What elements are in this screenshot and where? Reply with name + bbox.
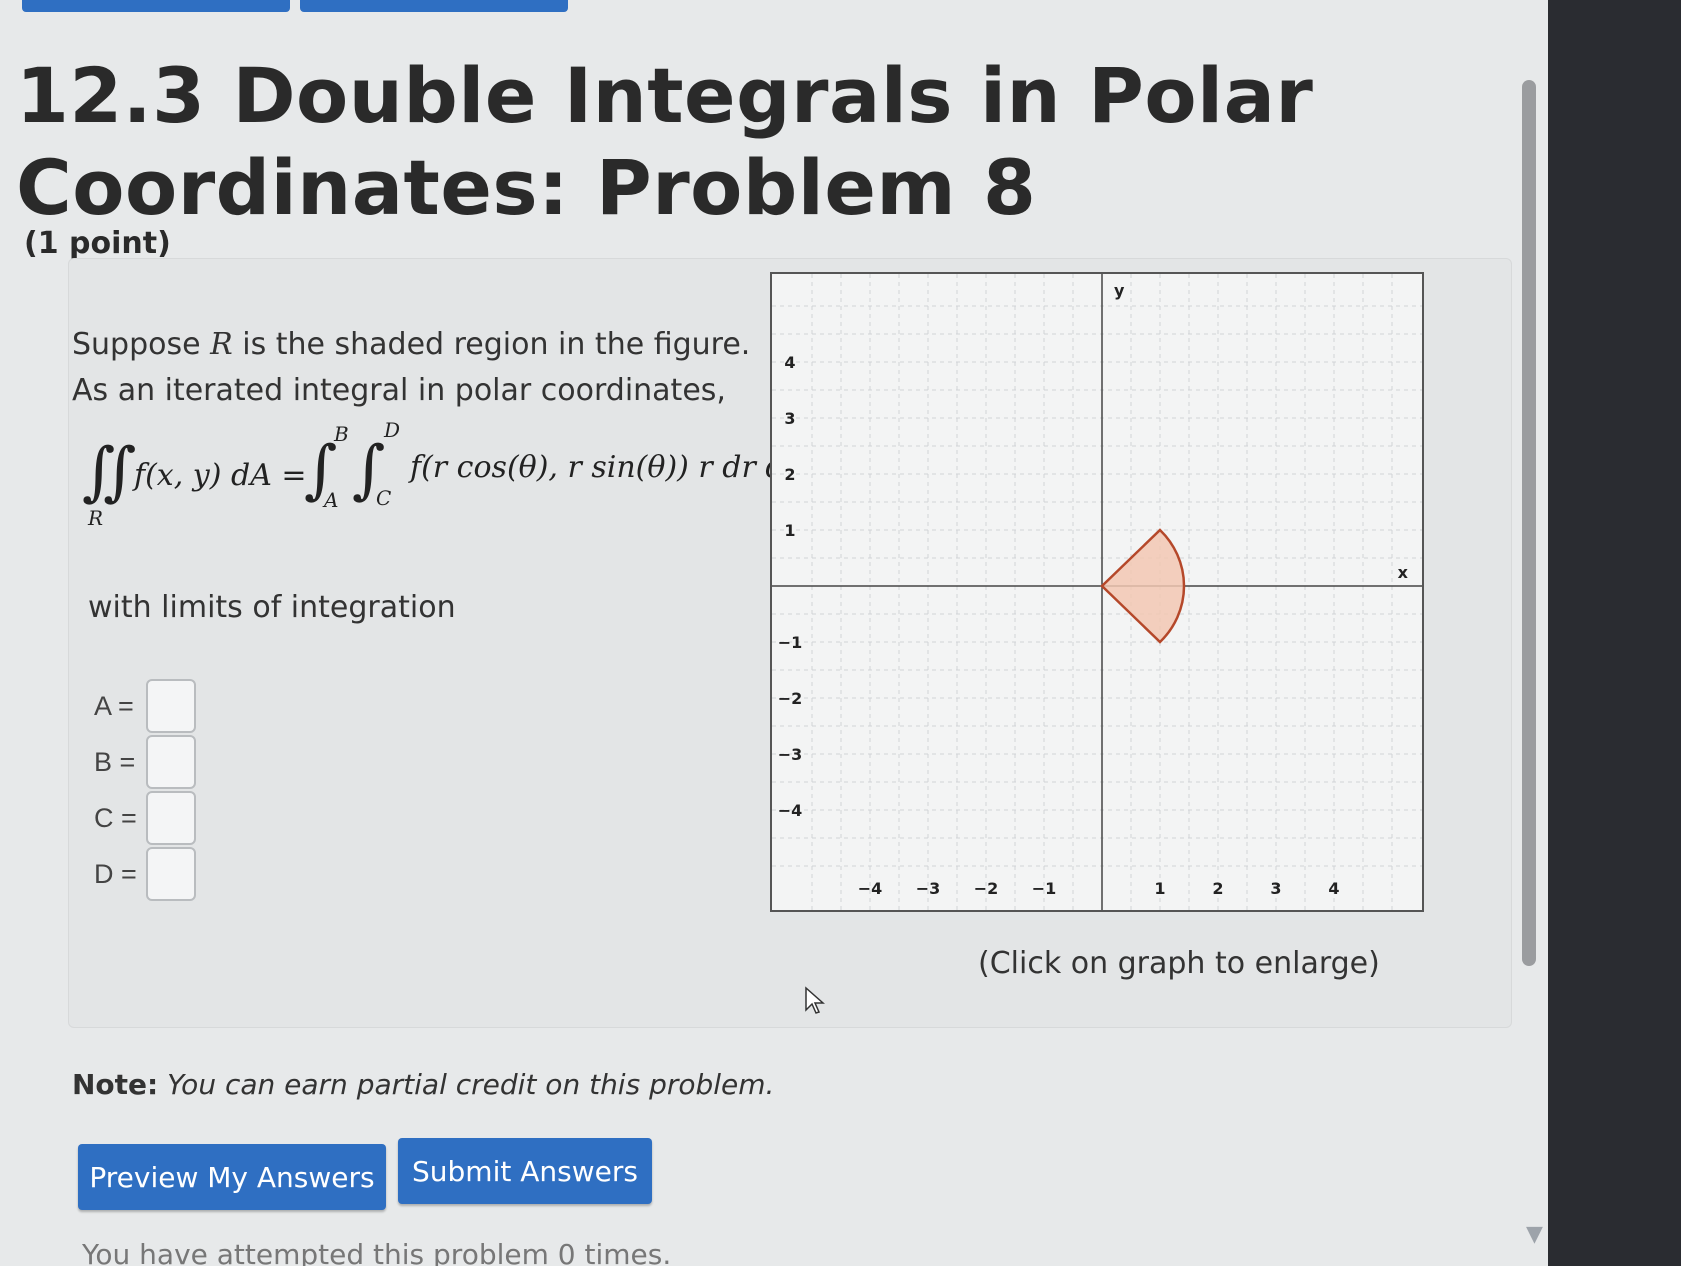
answer-label-d: D =	[94, 858, 137, 889]
problem-page: 12.3 Double Integrals in Polar Coordinat…	[0, 0, 1548, 1266]
scrollbar-thumb[interactable]	[1522, 80, 1536, 966]
attempts-text: You have attempted this problem 0 times.	[82, 1238, 672, 1266]
statement-var: R	[210, 327, 233, 362]
nav-tab[interactable]	[22, 0, 290, 12]
note-text: You can earn partial credit on this prob…	[167, 1068, 775, 1101]
outer-upper-limit: B	[334, 422, 349, 446]
x-tick-label: −1	[1032, 879, 1057, 898]
y-tick-label: −2	[778, 689, 803, 708]
points-label: (1 point)	[24, 226, 171, 261]
x-tick-label: 1	[1154, 879, 1165, 898]
y-tick-label: 4	[784, 353, 795, 372]
integrand: f(r cos(θ), r sin(θ)) r dr dθ	[410, 450, 803, 485]
inner-lower-limit: C	[376, 486, 392, 510]
double-integral-sign: ∬	[82, 435, 137, 509]
answer-input-a[interactable]	[146, 679, 196, 733]
answer-row-b: B =	[94, 735, 196, 789]
y-tick-label: 1	[784, 521, 795, 540]
region-subscript: R	[88, 506, 104, 530]
x-tick-label: 3	[1270, 879, 1281, 898]
answer-row-c: C =	[94, 791, 196, 845]
x-tick-label: 4	[1328, 879, 1339, 898]
y-tick-label: −4	[778, 801, 803, 820]
graph-caption: (Click on graph to enlarge)	[978, 946, 1380, 981]
inner-upper-limit: D	[384, 418, 401, 442]
x-tick-label: −4	[858, 879, 883, 898]
shaded-region	[1100, 528, 1186, 644]
y-axis-label: y	[1114, 281, 1125, 300]
problem-statement: Suppose R is the shaded region in the fi…	[72, 322, 772, 414]
answer-label-a: A =	[94, 690, 134, 721]
y-tick-label: 3	[784, 409, 795, 428]
answer-label-b: B =	[94, 746, 136, 777]
scroll-down-arrow-icon[interactable]: ▼	[1526, 1222, 1543, 1247]
x-tick-label: −3	[916, 879, 941, 898]
mouse-cursor-icon	[805, 986, 825, 1014]
outer-lower-limit: A	[324, 488, 339, 512]
page-title: 12.3 Double Integrals in Polar Coordinat…	[16, 51, 1314, 232]
preview-answers-button[interactable]: Preview My Answers	[78, 1144, 386, 1210]
nav-tab[interactable]	[300, 0, 568, 12]
region-graph[interactable]: −4 −3 −2 −1 1 2 3 4 4 3 2 1 −1 −2 −3 −4 x y	[770, 272, 1424, 912]
y-tick-label: 2	[784, 465, 795, 484]
answer-input-d[interactable]	[146, 847, 196, 901]
submit-answers-button[interactable]: Submit Answers	[398, 1138, 652, 1204]
x-axis-label: x	[1398, 563, 1409, 582]
note-label: Note:	[72, 1068, 159, 1101]
answer-input-c[interactable]	[146, 791, 196, 845]
answer-row-a: A =	[94, 679, 196, 733]
integral-formula: ∬ R f(x, y) dA = ∫ B A ∫ D C f(r cos(θ),…	[82, 418, 803, 550]
partial-credit-note: Note: You can earn partial credit on thi…	[72, 1068, 774, 1101]
x-tick-label: −2	[974, 879, 999, 898]
limits-label: with limits of integration	[88, 590, 456, 625]
statement-prefix: Suppose	[72, 327, 211, 362]
graph-svg: −4 −3 −2 −1 1 2 3 4 4 3 2 1 −1 −2 −3 −4 x y	[772, 274, 1422, 910]
y-tick-label: −1	[778, 633, 803, 652]
lhs-expression: f(x, y) dA =	[134, 458, 307, 493]
x-tick-label: 2	[1212, 879, 1223, 898]
answer-input-b[interactable]	[146, 735, 196, 789]
y-tick-label: −3	[778, 745, 803, 764]
answer-label-c: C =	[94, 802, 137, 833]
answer-row-d: D =	[94, 847, 196, 901]
